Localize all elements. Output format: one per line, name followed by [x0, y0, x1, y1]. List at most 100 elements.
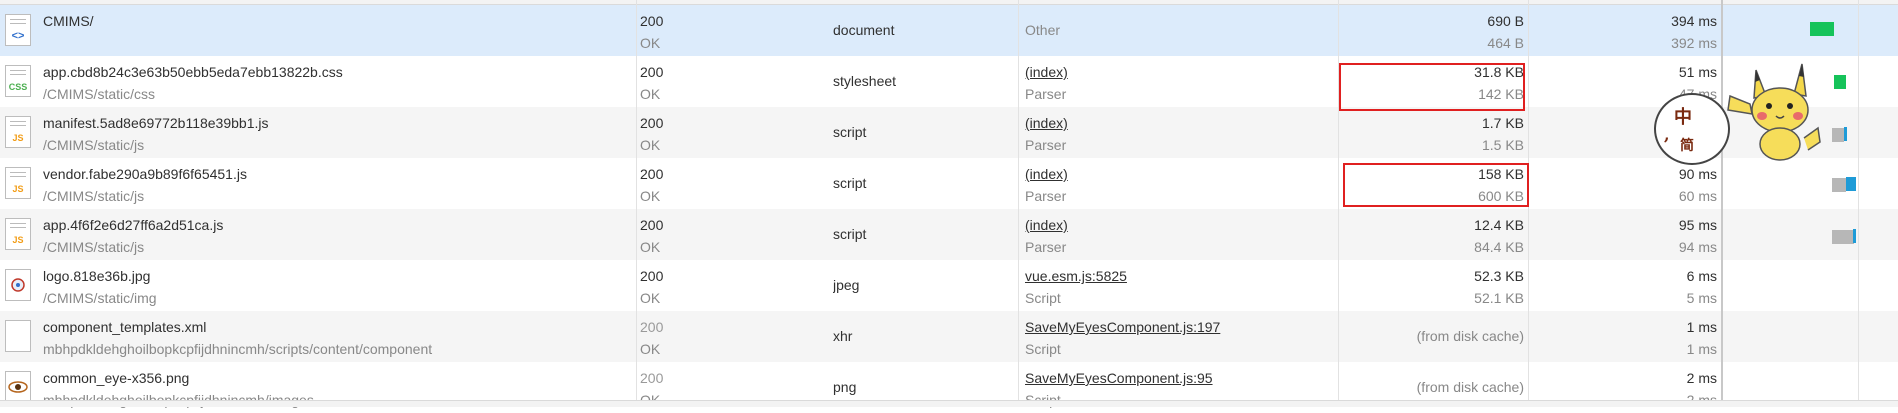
status-code: 200 — [640, 268, 664, 284]
name-cell[interactable]: JS app.4f6f2e6d27ff6a2d51ca.js/CMIMS/stat… — [0, 209, 636, 260]
size-cell: 52.3 KB 52.1 KB — [1340, 260, 1524, 311]
table-row[interactable]: JS vendor.fabe290a9b89f6f65451.js/CMIMS/s… — [0, 158, 1898, 209]
column-divider[interactable] — [1338, 0, 1339, 406]
request-path: /CMIMS/static/css — [43, 86, 156, 102]
request-name[interactable]: manifest.5ad8e69772b118e39bb1.js — [43, 115, 268, 131]
initiator-cell: (index) Parser — [1025, 158, 1335, 209]
request-name[interactable]: vendor.fabe290a9b89f6f65451.js — [43, 166, 247, 182]
name-cell[interactable]: CSS app.cbd8b24c3e63b50ebb5eda7ebb13822b.… — [0, 56, 636, 107]
request-path: /CMIMS/static/img — [43, 290, 157, 306]
total-time: 95 ms — [1678, 217, 1717, 233]
table-row[interactable]: logo.818e36b.jpg/CMIMS/static/img 200 OK jp… — [0, 260, 1898, 311]
image-file-icon — [5, 269, 31, 301]
size-cell: 690 B 464 B — [1340, 5, 1524, 56]
initiator-link[interactable]: (index) — [1025, 166, 1068, 182]
content-size: 464 B — [1487, 35, 1524, 51]
status-code: 200 — [640, 370, 664, 386]
waterfall-gridline — [1858, 0, 1859, 406]
status-code: 200 — [640, 166, 664, 182]
column-divider[interactable] — [1018, 0, 1019, 406]
status-text: OK — [640, 86, 661, 102]
resource-type: stylesheet — [833, 73, 897, 89]
waterfall-bar — [1844, 127, 1847, 141]
initiator-cell: Other — [1025, 5, 1335, 56]
name-cell[interactable]: <> CMIMS/ — [0, 5, 636, 56]
status-cell: 200 OK — [640, 158, 825, 209]
request-name[interactable]: app.cbd8b24c3e63b50ebb5eda7ebb13822b.css — [43, 64, 343, 80]
request-name[interactable]: common_eye-x356.png — [43, 370, 189, 386]
name-cell[interactable]: JS manifest.5ad8e69772b118e39bb1.js/CMIMS… — [0, 107, 636, 158]
cache-label: (from disk cache) — [1416, 379, 1524, 395]
latency-time: 94 ms — [1678, 239, 1717, 255]
request-name[interactable]: CMIMS/ — [43, 13, 94, 29]
status-text: OK — [640, 188, 661, 204]
initiator-link[interactable]: SaveMyEyesComponent.js:197 — [1025, 319, 1220, 335]
size-highlight-box — [1339, 63, 1525, 111]
type-cell: script — [833, 158, 1013, 209]
total-time: 394 ms — [1671, 13, 1717, 29]
initiator-link[interactable]: (index) — [1025, 64, 1068, 80]
initiator-cell: (index) Parser — [1025, 107, 1335, 158]
js-file-icon: JS — [5, 167, 31, 199]
resource-type: script — [833, 124, 867, 140]
status-text: OK — [640, 341, 661, 357]
sticker-char: , — [1664, 125, 1670, 144]
size-highlight-box — [1343, 163, 1529, 207]
blank-file-icon — [5, 320, 31, 352]
initiator-type: Parser — [1025, 188, 1067, 204]
table-row[interactable]: CSS app.cbd8b24c3e63b50ebb5eda7ebb13822b.… — [0, 56, 1898, 107]
initiator-cell: (index) Parser — [1025, 56, 1335, 107]
type-cell: document — [833, 5, 1013, 56]
name-cell[interactable]: logo.818e36b.jpg/CMIMS/static/img — [0, 260, 636, 311]
status-text: OK — [640, 35, 661, 51]
file-type-label: <> — [11, 30, 25, 42]
initiator-link[interactable]: vue.esm.js:5825 — [1025, 268, 1127, 284]
transfer-size: 1.7 KB — [1481, 115, 1524, 131]
waterfall-divider[interactable] — [1721, 0, 1723, 406]
content-size: 84.4 KB — [1474, 239, 1524, 255]
transfer-size: 690 B — [1487, 13, 1524, 29]
initiator-cell: vue.esm.js:5825 Script — [1025, 260, 1335, 311]
status-code: 200 — [640, 319, 664, 335]
resource-type: script — [833, 175, 867, 191]
waterfall-bar — [1853, 229, 1856, 243]
request-name[interactable]: logo.818e36b.jpg — [43, 268, 150, 284]
name-cell[interactable]: JS vendor.fabe290a9b89f6f65451.js/CMIMS/s… — [0, 158, 636, 209]
file-type-label: JS — [12, 184, 24, 194]
resource-type: document — [833, 22, 895, 38]
initiator-link[interactable]: SaveMyEyesComponent.js:95 — [1025, 370, 1213, 386]
initiator-link[interactable]: (index) — [1025, 217, 1068, 233]
table-row[interactable]: JS app.4f6f2e6d27ff6a2d51ca.js/CMIMS/stat… — [0, 209, 1898, 260]
file-type-label: JS — [12, 133, 24, 143]
initiator-cell: (index) Parser — [1025, 209, 1335, 260]
status-cell: 200 OK — [640, 56, 825, 107]
name-cell[interactable]: component_templates.xml mbhpdkldehghoilbo… — [0, 311, 636, 362]
total-time: 2 ms — [1686, 370, 1717, 386]
cache-label: (from disk cache) — [1416, 328, 1524, 344]
request-name[interactable]: app.4f6f2e6d27ff6a2d51ca.js — [43, 217, 223, 233]
status-code: 200 — [640, 64, 664, 80]
total-time: 1 ms — [1686, 319, 1717, 335]
time-cell: 394 ms 392 ms — [1530, 5, 1717, 56]
type-cell: stylesheet — [833, 56, 1013, 107]
type-cell: script — [833, 107, 1013, 158]
size-cell: 1.7 KB 1.5 KB — [1340, 107, 1524, 158]
eye-image-icon — [5, 371, 31, 403]
latency-time: 5 ms — [1686, 290, 1717, 306]
content-size: 52.1 KB — [1474, 290, 1524, 306]
table-row[interactable]: component_templates.xml mbhpdkldehghoilbo… — [0, 311, 1898, 362]
request-path: mbhpdkldehghoilbopkcpfijdhnincmh/scripts… — [43, 341, 433, 357]
size-cell: (from disk cache) — [1340, 311, 1524, 362]
request-name[interactable]: component_templates.xml — [43, 319, 206, 335]
table-row[interactable]: JS manifest.5ad8e69772b118e39bb1.js/CMIMS… — [0, 107, 1898, 158]
total-time: 51 ms — [1678, 64, 1717, 80]
column-divider[interactable] — [636, 0, 637, 406]
type-cell: script — [833, 209, 1013, 260]
waterfall-bar — [1832, 230, 1854, 244]
time-cell: 6 ms 5 ms — [1530, 260, 1717, 311]
transfer-size: 52.3 KB — [1474, 268, 1524, 284]
table-row[interactable]: <> CMIMS/200 OK document Other 690 B 464 B 394 … — [0, 5, 1898, 56]
initiator-link[interactable]: (index) — [1025, 115, 1068, 131]
status-text: OK — [640, 239, 661, 255]
initiator-cell: SaveMyEyesComponent.js:197 Script — [1025, 311, 1335, 362]
